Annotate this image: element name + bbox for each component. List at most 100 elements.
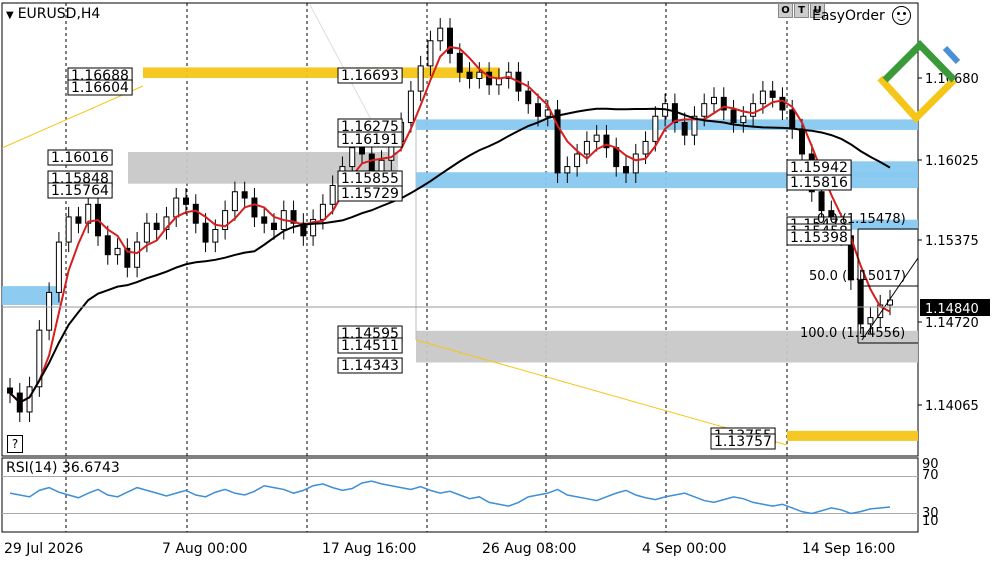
o-button[interactable]: O — [778, 3, 793, 18]
candle — [701, 103, 708, 117]
fib-label: 0.0 (1.15478) — [817, 212, 906, 227]
candle — [769, 90, 776, 98]
candle — [525, 90, 532, 105]
candle — [134, 241, 141, 268]
candle — [65, 216, 72, 243]
chart-canvas[interactable]: 1.166881.166041.166931.162751.161911.160… — [0, 0, 1000, 562]
price-label: 1.16604 — [71, 80, 129, 96]
price-label: 1.15729 — [341, 186, 399, 202]
candle — [241, 191, 248, 199]
price-label: 1.13757 — [714, 434, 772, 450]
x-tick-label: 4 Sep 00:00 — [642, 541, 727, 557]
candle — [143, 222, 150, 243]
candle — [740, 115, 747, 124]
x-tick-label: 7 Aug 00:00 — [162, 541, 248, 557]
candle — [799, 128, 805, 155]
zone-gold — [143, 67, 500, 78]
x-tick-label: 26 Aug 08:00 — [482, 541, 576, 557]
candle — [173, 197, 180, 218]
candle — [114, 247, 121, 256]
price-label: 1.15398 — [790, 230, 848, 246]
candle — [26, 386, 33, 413]
candle — [192, 203, 199, 224]
candle — [329, 184, 336, 205]
chart-header: ▼ EURUSD,H4 — [6, 6, 100, 22]
candle — [632, 153, 639, 174]
x-tick-label: 29 Jul 2026 — [4, 541, 83, 557]
price-label: 1.14343 — [341, 358, 399, 374]
rsi-tick-label: 70 — [922, 468, 939, 483]
rsi-line — [9, 480, 891, 515]
rsi-title: RSI(14) 36.6743 — [6, 460, 120, 476]
logo-stroke-blue — [942, 45, 961, 65]
fib-label: 50.0 (1.15017) — [809, 269, 906, 284]
candle — [407, 90, 414, 124]
candle — [271, 222, 277, 230]
candle — [55, 241, 62, 293]
y-tick-label: 1.16025 — [925, 154, 979, 169]
candle — [867, 317, 874, 325]
easy-order-button[interactable]: EasyOrder — [812, 8, 885, 24]
candle — [711, 96, 717, 105]
y-tick-label: 1.14065 — [925, 399, 979, 414]
candle — [750, 103, 757, 117]
candle — [583, 140, 590, 155]
candle — [349, 147, 356, 168]
help-button[interactable]: ? — [7, 435, 23, 453]
candle — [261, 216, 268, 224]
candle — [359, 147, 365, 155]
t-button[interactable]: T — [794, 3, 809, 18]
candle — [652, 115, 659, 142]
candle — [574, 153, 581, 168]
candle — [818, 191, 825, 212]
candle — [183, 197, 189, 205]
candle — [202, 222, 209, 243]
candle — [476, 71, 483, 80]
candle — [46, 291, 53, 331]
y-tick-label: 1.14720 — [925, 316, 979, 331]
symbol-label: EURUSD,H4 — [17, 6, 101, 22]
candle — [466, 71, 473, 80]
candle — [730, 109, 737, 124]
candle — [554, 109, 561, 174]
candle — [564, 166, 571, 174]
candle — [104, 235, 111, 256]
price-label: 1.14511 — [341, 338, 399, 354]
current-price-label: 1.14840 — [925, 302, 979, 317]
candle — [251, 197, 258, 218]
rsi-tick-label: 10 — [922, 514, 939, 529]
candle — [153, 222, 160, 230]
price-label: 1.16191 — [341, 132, 399, 148]
fib-label: 100.0 (1.14556) — [800, 326, 905, 341]
candle — [642, 140, 649, 155]
price-label: 1.15942 — [790, 160, 848, 176]
price-label: 1.16693 — [341, 68, 399, 84]
candle — [437, 27, 444, 42]
candle — [759, 90, 766, 105]
smiley-face-icon[interactable] — [892, 6, 911, 25]
candle — [231, 191, 238, 212]
candle — [427, 40, 434, 67]
triangle-down-icon[interactable]: ▼ — [6, 10, 14, 21]
y-tick-label: 1.15375 — [925, 234, 979, 249]
candle — [779, 96, 786, 111]
candle — [7, 387, 13, 394]
price-label: 1.15816 — [790, 175, 848, 191]
x-tick-label: 14 Sep 16:00 — [802, 541, 895, 557]
candle — [212, 229, 219, 243]
candle — [681, 122, 688, 136]
candle — [535, 103, 541, 117]
candle — [75, 216, 82, 224]
price-label: 1.15764 — [51, 183, 109, 199]
candle — [319, 203, 326, 220]
candle — [486, 71, 493, 86]
candle — [417, 65, 424, 92]
candle — [593, 134, 600, 142]
price-label: 1.15855 — [341, 171, 399, 187]
candle — [789, 109, 796, 130]
candle — [456, 52, 463, 73]
x-tick-label: 17 Aug 16:00 — [322, 541, 416, 557]
candle — [623, 166, 629, 174]
price-label: 1.16016 — [51, 150, 109, 166]
zone-gold — [787, 430, 918, 441]
